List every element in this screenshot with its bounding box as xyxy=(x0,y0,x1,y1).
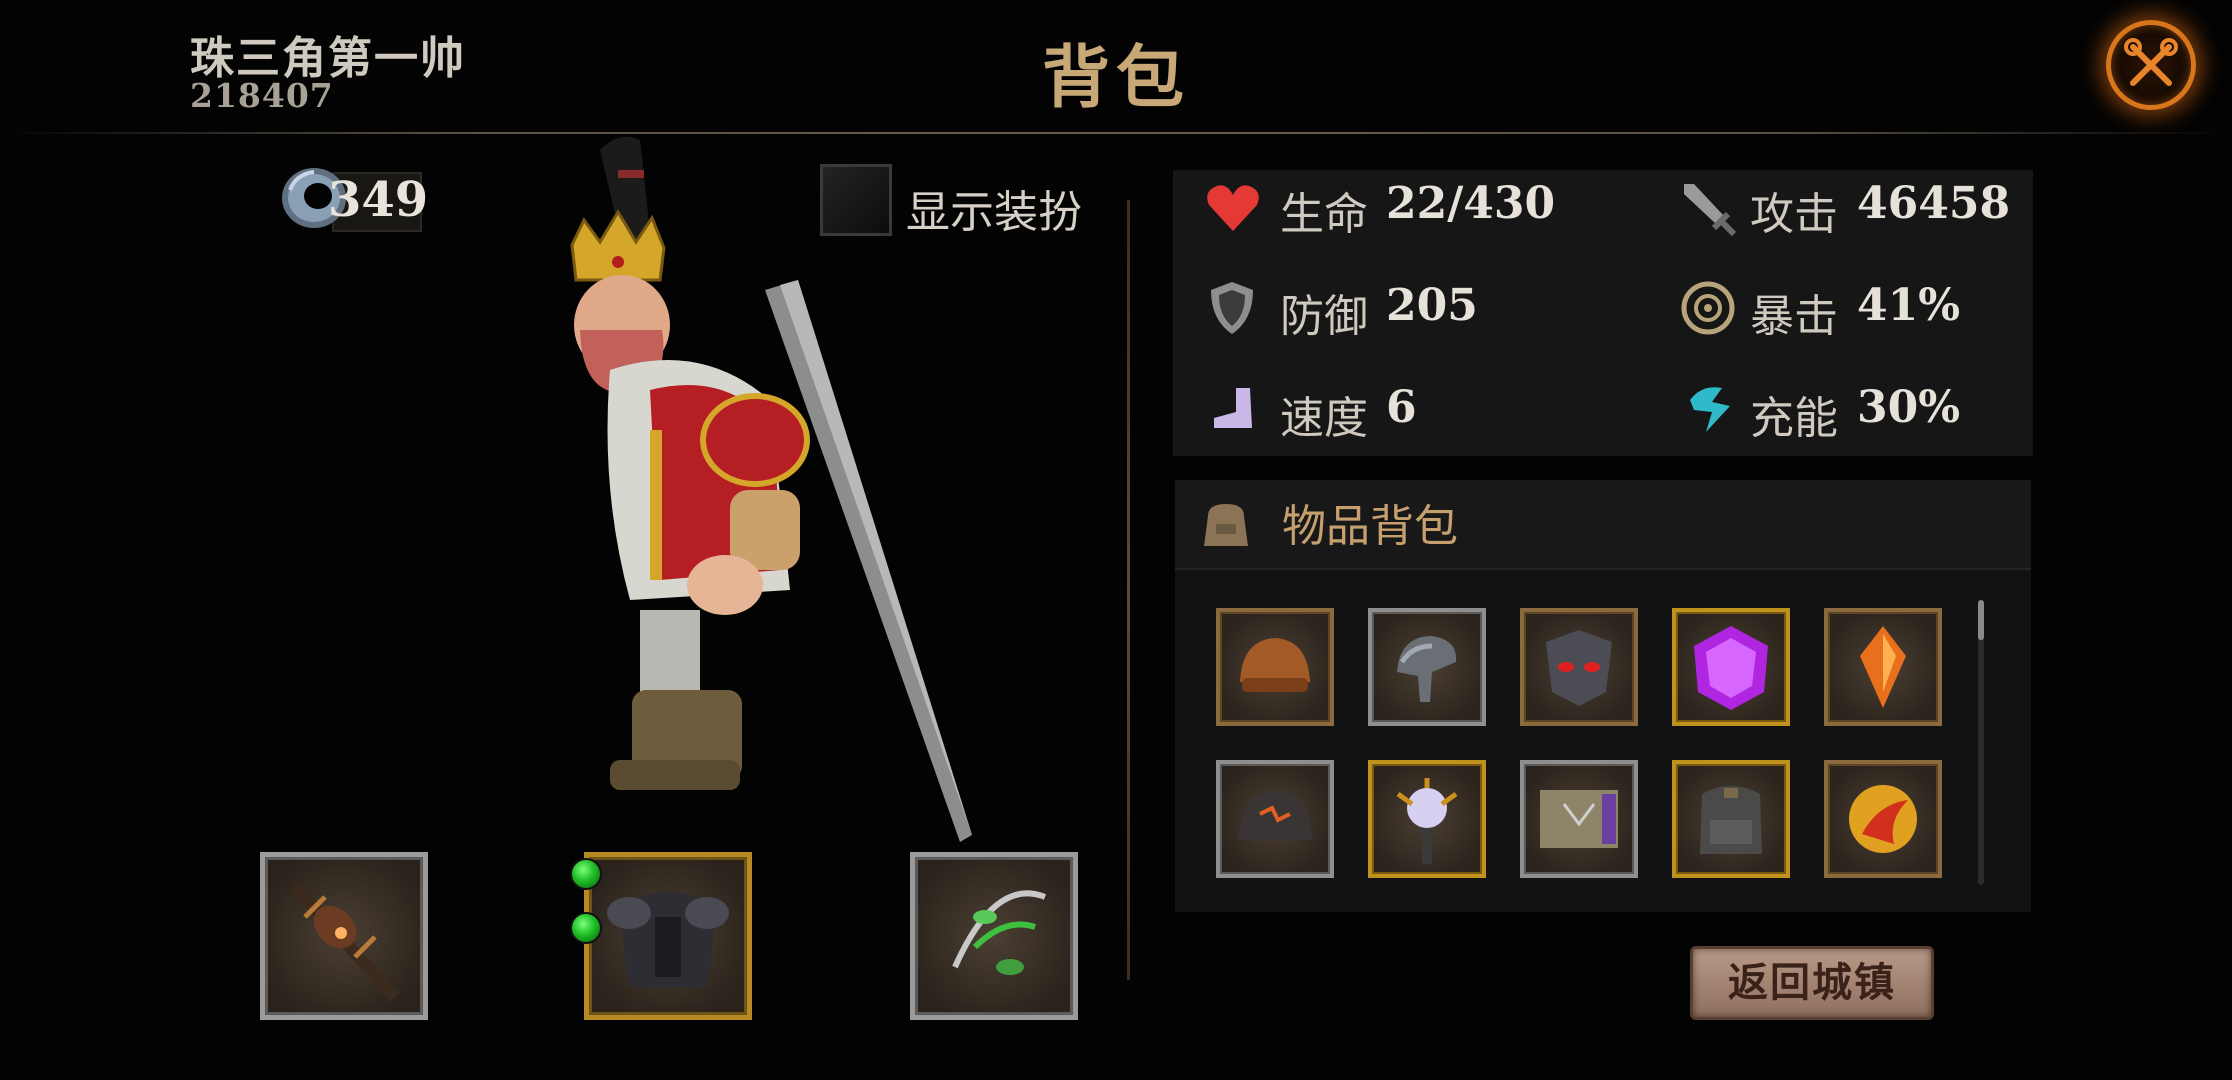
orb-scepter-icon xyxy=(1396,778,1458,864)
spiked-mace-icon xyxy=(290,882,400,1002)
crit-icon xyxy=(1681,281,1735,335)
stat-label-defense: 防御 xyxy=(1280,291,1368,342)
page-title: 背包 xyxy=(1041,38,1190,118)
sword-icon xyxy=(1684,184,1736,236)
demon-mask-icon xyxy=(1546,630,1612,706)
gem-socket-icon xyxy=(570,912,602,944)
currency-value: 349 xyxy=(328,172,429,228)
amber-crystal-icon xyxy=(1860,626,1906,708)
inventory-item[interactable] xyxy=(1824,760,1942,878)
purple-gem-icon xyxy=(1694,626,1768,710)
return-to-town-button[interactable]: 返回城镇 xyxy=(1690,946,1934,1020)
leather-cap-icon xyxy=(1240,638,1310,692)
iron-backpack-icon xyxy=(1700,786,1762,854)
stat-value-speed: 6 xyxy=(1386,382,1417,433)
stat-value-defense: 205 xyxy=(1386,280,1478,331)
boot-icon xyxy=(1214,388,1252,428)
rune-bracer-icon xyxy=(1540,790,1618,848)
energy-icon xyxy=(1690,387,1730,432)
stat-label-crit: 暴击 xyxy=(1750,291,1838,342)
stat-label-energy: 充能 xyxy=(1750,393,1838,444)
equip-slot-accessory[interactable] xyxy=(910,852,1078,1020)
inventory-title: 物品背包 xyxy=(1282,501,1458,552)
lava-helm-icon xyxy=(1238,790,1312,840)
panel-divider xyxy=(1127,200,1130,980)
inventory-item[interactable] xyxy=(1368,608,1486,726)
inventory-item[interactable] xyxy=(1216,760,1334,878)
inventory-scrollbar[interactable] xyxy=(1978,600,1984,885)
inventory-item[interactable] xyxy=(1520,608,1638,726)
inventory-item[interactable] xyxy=(1672,760,1790,878)
equip-slot-armor[interactable] xyxy=(584,852,752,1020)
stat-value-crit: 41% xyxy=(1857,280,1961,331)
dark-armor-icon xyxy=(607,892,729,987)
iron-helm-icon xyxy=(1397,636,1457,702)
inventory-item[interactable] xyxy=(1520,760,1638,878)
stat-label-hp: 生命 xyxy=(1280,189,1368,240)
stat-value-attack: 46458 xyxy=(1857,178,2011,229)
inventory-scroll-thumb[interactable] xyxy=(1978,600,1984,640)
heart-icon xyxy=(1207,185,1259,231)
inventory-item[interactable] xyxy=(1368,760,1486,878)
fire-orb-icon xyxy=(1849,785,1917,853)
inventory-item[interactable] xyxy=(1672,608,1790,726)
equip-slot-weapon[interactable] xyxy=(260,852,428,1020)
stat-label-speed: 速度 xyxy=(1280,393,1368,444)
stat-value-energy: 30% xyxy=(1857,382,1961,433)
crossed-tools-icon xyxy=(2124,38,2178,86)
vine-bow-icon xyxy=(952,890,1047,975)
bag-icon xyxy=(1204,504,1248,546)
inventory-item[interactable] xyxy=(1824,608,1942,726)
header-divider xyxy=(0,132,2232,134)
gem-socket-icon xyxy=(570,858,602,890)
stat-value-hp: 22/430 xyxy=(1386,178,1556,229)
close-button[interactable] xyxy=(2106,20,2196,110)
inventory-item[interactable] xyxy=(1216,608,1334,726)
shield-icon xyxy=(1211,282,1253,334)
hero-character-model[interactable] xyxy=(540,130,1000,860)
stat-label-attack: 攻击 xyxy=(1750,189,1838,240)
